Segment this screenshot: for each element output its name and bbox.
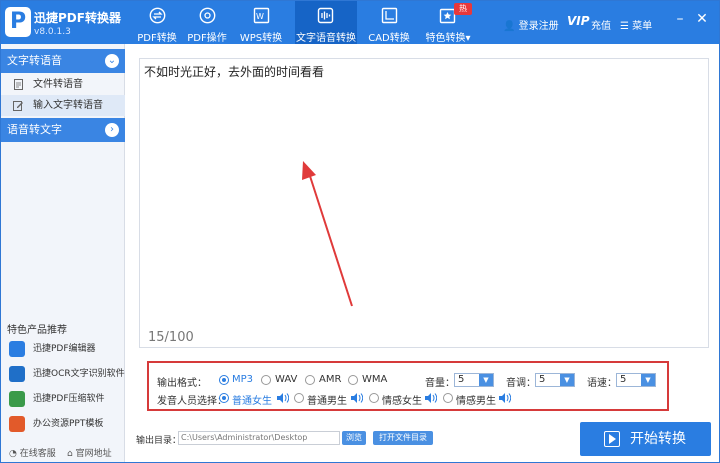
format-wav-label[interactable]: WAV xyxy=(275,374,297,385)
voice-emotion-female-label[interactable]: 情感女生 xyxy=(382,392,422,407)
voice-female-label[interactable]: 普通女生 xyxy=(232,392,272,407)
pitch-label: 音调： xyxy=(506,378,536,389)
speaker-icon[interactable] xyxy=(277,393,289,403)
format-amr-radio[interactable] xyxy=(305,375,315,385)
speed-label: 语速： xyxy=(587,378,617,389)
chevron-down-icon: ▼ xyxy=(641,374,655,386)
speaker-icon[interactable] xyxy=(499,393,511,403)
browse-button[interactable]: 浏览 xyxy=(342,431,366,445)
format-mp3-radio[interactable] xyxy=(219,375,229,385)
chevron-down-icon: ▼ xyxy=(479,374,493,386)
format-label: 输出格式： xyxy=(157,378,207,389)
voice-male-label[interactable]: 普通男生 xyxy=(307,392,347,407)
voice-emotion-female-radio[interactable] xyxy=(369,393,379,403)
output-dir-input[interactable]: C:\Users\Administrator\Desktop xyxy=(178,431,340,445)
voice-emotion-male-radio[interactable] xyxy=(443,393,453,403)
volume-label: 音量： xyxy=(425,378,455,389)
conversion-options: 输出格式： MP3 WAV AMR WMA 音量： 5 ▼ 音调： 5 ▼ 语速： … xyxy=(147,361,669,411)
chevron-down-icon: ▼ xyxy=(560,374,574,386)
voice-male-radio[interactable] xyxy=(294,393,304,403)
format-wma-label[interactable]: WMA xyxy=(362,374,387,385)
start-convert-button[interactable]: 开始转换 xyxy=(580,422,711,456)
voice-emotion-male-label[interactable]: 情感男生 xyxy=(456,392,496,407)
voice-female-radio[interactable] xyxy=(219,393,229,403)
format-wma-radio[interactable] xyxy=(348,375,358,385)
volume-select[interactable]: 5 ▼ xyxy=(454,373,494,387)
speaker-icon[interactable] xyxy=(425,393,437,403)
speaker-icon[interactable] xyxy=(351,393,363,403)
app-window: P 迅捷PDF转换器 v8.0.1.3 PDF转换 PDF操作 W WPS转换 … xyxy=(0,0,720,463)
format-mp3-label[interactable]: MP3 xyxy=(232,374,253,385)
format-amr-label[interactable]: AMR xyxy=(319,374,341,385)
format-wav-radio[interactable] xyxy=(261,375,271,385)
play-icon xyxy=(604,431,620,447)
voice-label: 发音人员选择： xyxy=(157,396,227,407)
pitch-select[interactable]: 5 ▼ xyxy=(535,373,575,387)
open-folder-button[interactable]: 打开文件目录 xyxy=(373,431,433,445)
speed-select[interactable]: 5 ▼ xyxy=(616,373,656,387)
output-dir-label: 输出目录： xyxy=(136,436,182,446)
